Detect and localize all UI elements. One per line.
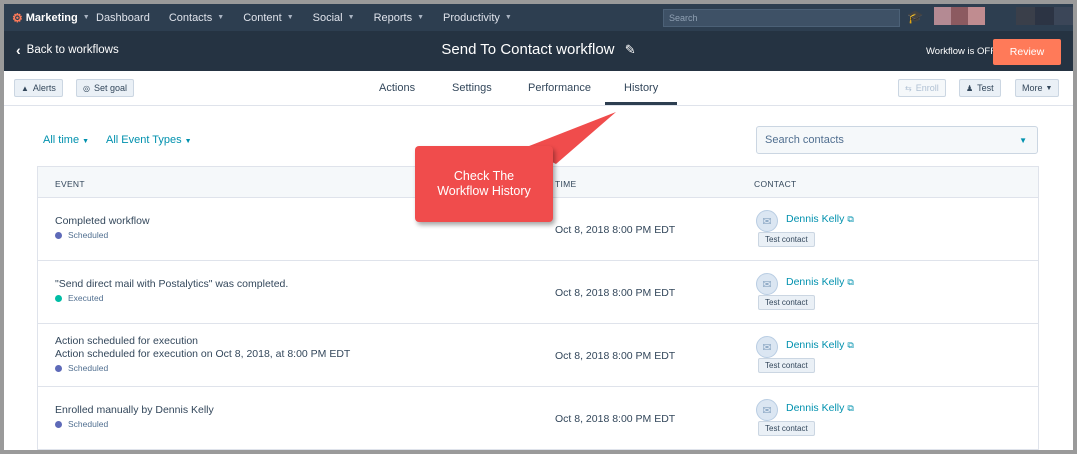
callout-line: Workflow History (437, 184, 531, 198)
annotation-callout: Check The Workflow History (415, 146, 553, 222)
app-frame: ⚙ Marketing ▼ Dashboard Contacts ▼ Conten… (4, 4, 1073, 450)
callout-line: Check The (453, 169, 515, 183)
callout-arrow (524, 112, 616, 164)
